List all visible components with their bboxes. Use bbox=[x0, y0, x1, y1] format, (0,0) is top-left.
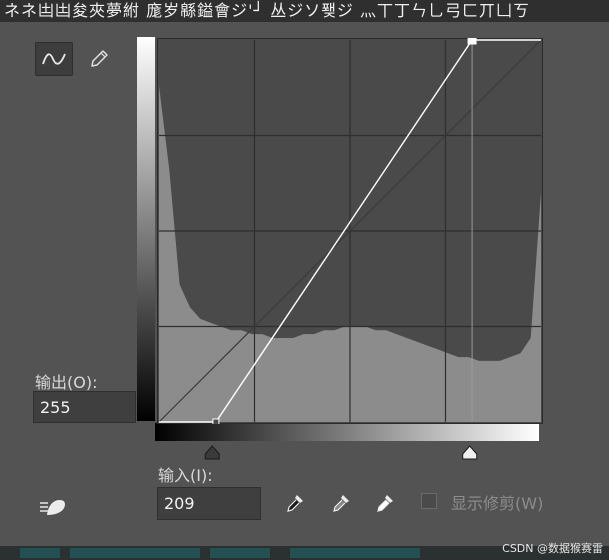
white-point-eyedropper[interactable] bbox=[372, 490, 398, 516]
show-clipping-checkbox[interactable] bbox=[421, 493, 437, 509]
gray-point-eyedropper[interactable] bbox=[328, 490, 354, 516]
eyedropper-gray-icon bbox=[333, 495, 349, 512]
black-point-eyedropper[interactable] bbox=[282, 490, 308, 516]
curve-point-selected bbox=[467, 38, 477, 45]
pencil-icon bbox=[91, 50, 108, 67]
input-label: 输入(I): bbox=[158, 466, 213, 485]
show-clipping-label[interactable]: 显示修剪(W) bbox=[451, 490, 543, 514]
input-field[interactable]: 209 bbox=[157, 487, 261, 520]
eyedropper-black-icon bbox=[287, 495, 303, 512]
eyedropper-white-icon bbox=[377, 495, 393, 512]
output-field[interactable]: 255 bbox=[33, 391, 136, 423]
curves-graph[interactable] bbox=[157, 38, 543, 424]
smooth-curve-button[interactable] bbox=[36, 492, 70, 522]
input-level-sliders[interactable] bbox=[155, 444, 539, 462]
white-point-slider[interactable] bbox=[462, 445, 478, 460]
curve-point bbox=[212, 418, 220, 424]
curve-point-tool-button[interactable] bbox=[35, 42, 73, 76]
input-gradient-bar bbox=[155, 423, 539, 441]
smooth-icon bbox=[40, 500, 65, 515]
window-title-strip: ネネ凷凷夋夾夢紨 庬岁緜鎰會ジ'┘ 丛ジソ퐺ジ 灬丅丁ㄣ乚弓ㄈ丌凵ㄎ bbox=[0, 0, 609, 22]
output-gradient-bar bbox=[137, 37, 155, 421]
curve-icon bbox=[42, 53, 66, 65]
pencil-tool-button[interactable] bbox=[80, 42, 118, 76]
black-point-slider[interactable] bbox=[204, 445, 220, 460]
watermark: CSDN @数据猴赛雷 bbox=[502, 542, 603, 555]
output-label: 输出(O): bbox=[35, 373, 98, 392]
